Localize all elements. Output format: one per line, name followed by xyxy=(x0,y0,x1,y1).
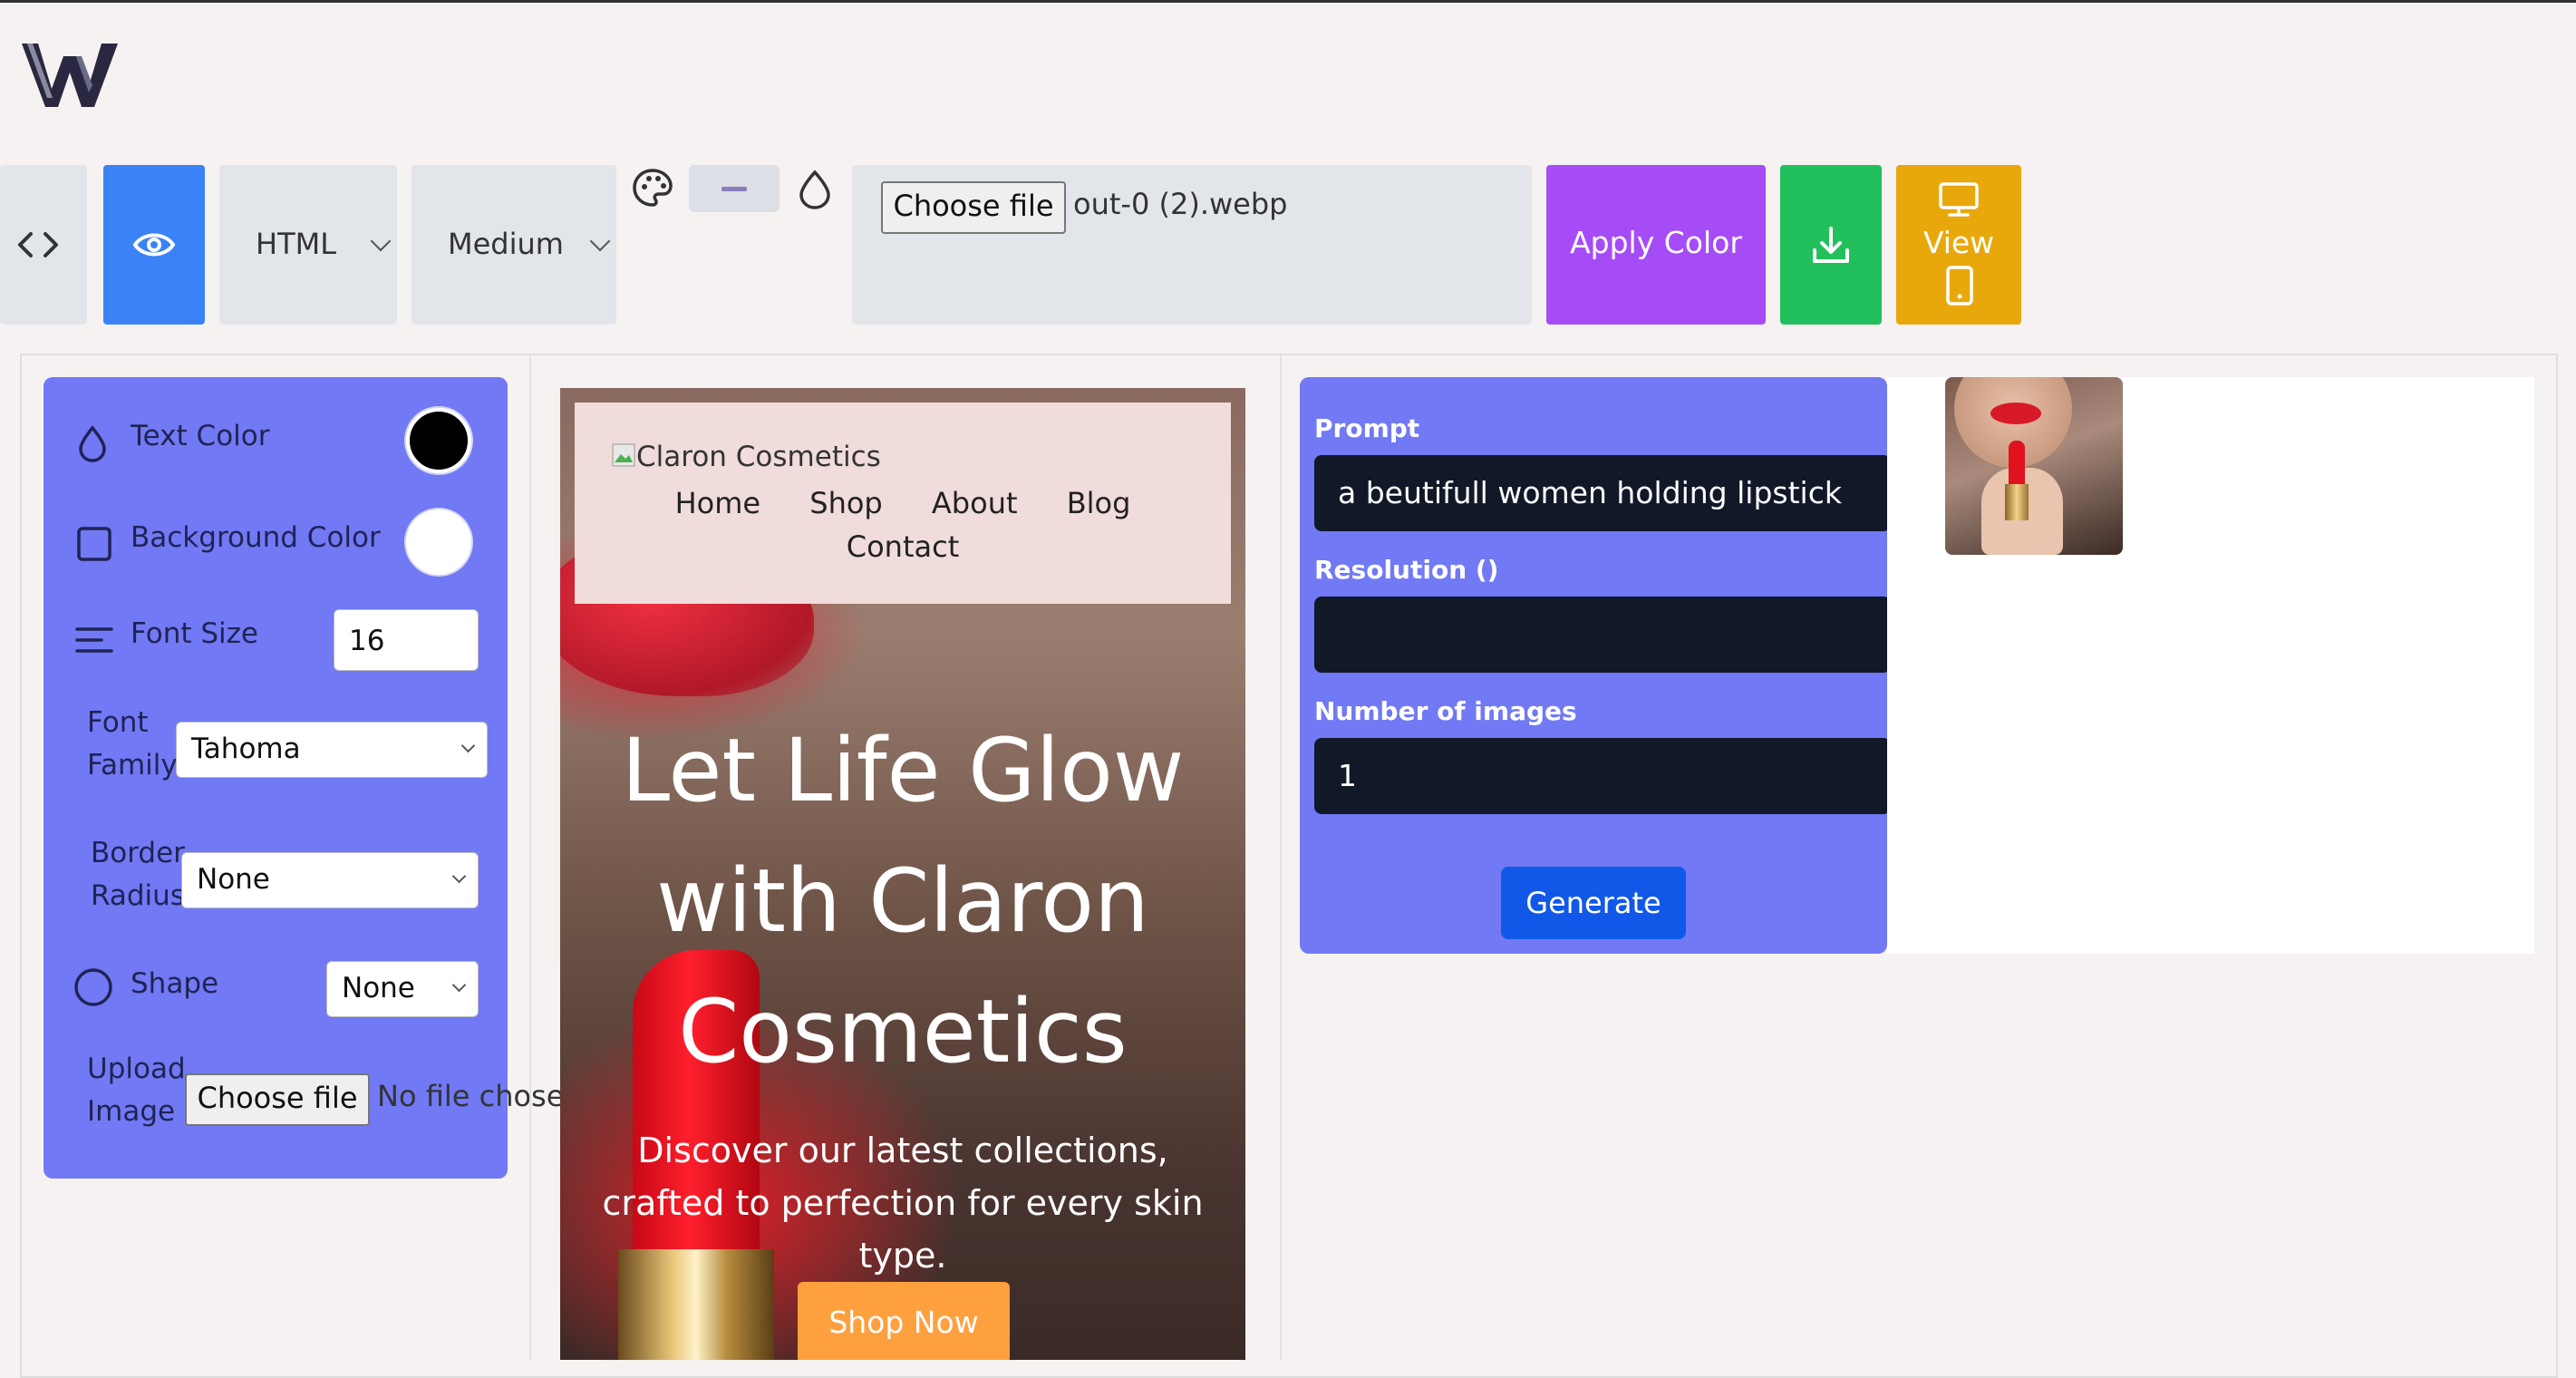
palette-icon[interactable] xyxy=(631,167,674,209)
hero-title-line1: Let Life Glow xyxy=(621,720,1185,821)
color-picker-swatch[interactable] xyxy=(689,165,780,212)
download-button[interactable] xyxy=(1780,165,1882,325)
apply-color-button[interactable]: Apply Color xyxy=(1546,165,1766,325)
thumbnail-lipstick xyxy=(2009,441,2025,486)
font-family-select[interactable]: Tahoma xyxy=(176,722,488,778)
view-button[interactable]: View xyxy=(1896,165,2021,325)
hero-subtitle: Discover our latest collections, crafted… xyxy=(560,1124,1245,1282)
site-logo-alt: Claron Cosmetics xyxy=(636,441,881,473)
resolution-label: Resolution () xyxy=(1314,555,1499,585)
view-label: View xyxy=(1922,225,1995,260)
number-of-images-input[interactable]: 1 xyxy=(1314,738,1891,814)
monitor-icon xyxy=(1939,182,1979,217)
hero-subtitle-line2: crafted to perfection for every skin xyxy=(602,1183,1204,1223)
text-color-swatch[interactable] xyxy=(406,408,471,473)
chosen-file-name: out-0 (2).webp xyxy=(1073,187,1288,221)
file-upload-area: Choose file out-0 (2).webp xyxy=(852,165,1532,325)
apply-color-label: Apply Color xyxy=(1570,225,1742,260)
droplet-icon xyxy=(79,425,106,462)
shop-now-button[interactable]: Shop Now xyxy=(798,1282,1010,1360)
nav-contact[interactable]: Contact xyxy=(847,529,960,564)
code-view-button[interactable] xyxy=(0,165,87,325)
chevron-down-icon xyxy=(451,869,467,884)
prompt-label: Prompt xyxy=(1314,413,1420,443)
text-color-label: Text Color xyxy=(131,420,270,452)
size-select-value: Medium xyxy=(448,227,564,261)
upload-choose-file-button[interactable]: Choose file xyxy=(185,1073,370,1126)
font-size-label: Font Size xyxy=(131,617,258,650)
nav-shop[interactable]: Shop xyxy=(809,486,882,520)
site-preview: Claron Cosmetics Home Shop About Blog Co… xyxy=(560,388,1245,1360)
style-panel: Text Color Background Color Font Size 16… xyxy=(44,377,583,1179)
download-icon xyxy=(1813,227,1849,263)
font-family-value: Tahoma xyxy=(191,733,301,765)
nav-blog[interactable]: Blog xyxy=(1067,486,1131,520)
border-radius-select[interactable]: None xyxy=(181,852,479,908)
generated-image-thumbnail[interactable] xyxy=(1945,377,2123,555)
droplet-icon[interactable] xyxy=(796,169,834,210)
chevron-down-icon xyxy=(451,977,467,993)
generate-button[interactable]: Generate xyxy=(1501,867,1686,939)
chevron-down-icon xyxy=(589,230,611,252)
language-select[interactable]: HTML xyxy=(219,165,397,325)
top-border xyxy=(0,0,2576,3)
size-select[interactable]: Medium xyxy=(412,165,616,325)
site-header: Claron Cosmetics Home Shop About Blog Co… xyxy=(575,403,1231,604)
hero-subtitle-line1: Discover our latest collections, xyxy=(637,1131,1168,1170)
shape-label: Shape xyxy=(131,967,219,1000)
color-picker-value xyxy=(721,187,747,191)
border-radius-label-line2: Radius xyxy=(91,879,185,912)
prompt-input[interactable]: a beutifull women holding lipstick xyxy=(1314,455,1891,531)
thumbnail-lips xyxy=(1990,403,2041,424)
language-select-value: HTML xyxy=(256,227,337,261)
text-align-icon xyxy=(75,627,113,653)
shape-select[interactable]: None xyxy=(326,961,479,1017)
chevron-down-icon xyxy=(370,230,392,252)
shape-value: None xyxy=(342,972,415,1004)
code-icon xyxy=(18,232,58,257)
site-logo: Claron Cosmetics xyxy=(611,441,881,473)
choose-file-button[interactable]: Choose file xyxy=(881,181,1066,234)
font-family-label-line1: Font xyxy=(87,706,149,739)
upload-image-label-line2: Image xyxy=(87,1095,176,1128)
background-color-swatch[interactable] xyxy=(406,509,471,575)
circle-icon xyxy=(74,968,112,1006)
preview-button[interactable] xyxy=(103,165,205,325)
eye-icon xyxy=(132,233,176,257)
phone-icon xyxy=(1946,266,1973,306)
nav-home[interactable]: Home xyxy=(675,486,761,520)
app-logo xyxy=(22,44,118,107)
site-nav-row2: Contact xyxy=(575,529,1231,564)
number-of-images-label: Number of images xyxy=(1314,696,1577,726)
broken-image-icon xyxy=(612,443,635,467)
background-color-label: Background Color xyxy=(131,521,381,554)
image-generator-panel: Prompt a beutifull women holding lipstic… xyxy=(1300,377,1891,954)
upload-image-label-line1: Upload xyxy=(87,1053,186,1085)
site-nav-row1: Home Shop About Blog xyxy=(575,486,1231,520)
hero-subtitle-line3: type. xyxy=(858,1236,947,1276)
font-size-input[interactable]: 16 xyxy=(334,609,479,671)
square-icon xyxy=(77,527,111,561)
hero-title-line3: Cosmetics xyxy=(678,981,1128,1082)
resolution-input[interactable] xyxy=(1314,597,1891,673)
font-family-label-line2: Family xyxy=(87,749,178,781)
border-radius-label-line1: Border xyxy=(91,837,185,869)
hero-title: Let Life Glow with Claron Cosmetics xyxy=(560,705,1245,1097)
nav-about[interactable]: About xyxy=(932,486,1018,520)
hero-title-line2: with Claron xyxy=(656,850,1149,952)
border-radius-value: None xyxy=(197,863,270,896)
chevron-down-icon xyxy=(460,738,476,753)
thumbnail-lipstick-base xyxy=(2005,484,2029,520)
